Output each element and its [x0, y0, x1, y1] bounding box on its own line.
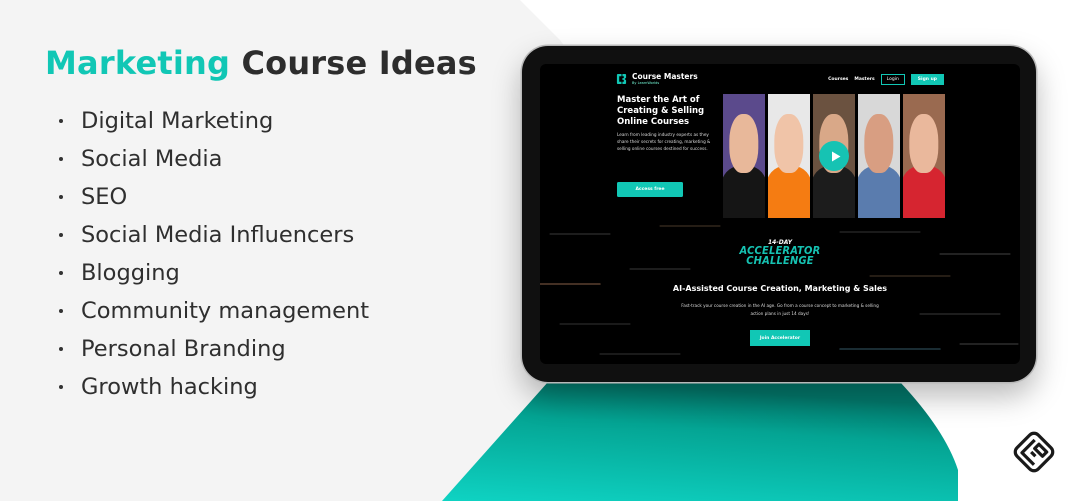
idea-label: Community management [81, 298, 370, 324]
nav-links: Courses Masters Login Sign up [828, 73, 944, 85]
play-video-button[interactable] [819, 141, 849, 171]
learnworlds-logo-icon [1013, 431, 1055, 473]
challenge-line-2: CHALLENGE [746, 254, 814, 267]
idea-label: SEO [81, 184, 128, 210]
accelerator-description: Fast-track your course creation in the A… [681, 303, 879, 316]
tablet-screen: Course Masters By LearnWorlds Courses Ma… [540, 64, 1020, 364]
play-icon [831, 151, 840, 161]
master-photo[interactable] [813, 94, 855, 218]
login-button[interactable]: Login [880, 73, 905, 85]
bullet-icon [59, 195, 63, 199]
idea-item: Growth hacking [57, 368, 477, 406]
idea-item: Community management [57, 292, 477, 330]
master-photo[interactable] [903, 94, 945, 218]
brand-name: Course Masters [632, 72, 698, 81]
idea-label: Personal Branding [81, 336, 286, 362]
teal-shape [442, 382, 958, 501]
master-clothing [723, 165, 765, 218]
master-clothing [903, 165, 945, 218]
master-clothing [858, 165, 900, 218]
join-accelerator-button[interactable]: Join Accelerator [750, 330, 810, 346]
tablet-device: Course Masters By LearnWorlds Courses Ma… [522, 46, 1036, 382]
idea-item: Personal Branding [57, 330, 477, 368]
nav-masters-link[interactable]: Masters [854, 77, 874, 82]
master-face [909, 113, 939, 174]
bullet-icon [59, 385, 63, 389]
bullet-icon [59, 271, 63, 275]
idea-label: Digital Marketing [81, 108, 274, 134]
bullet-icon [59, 157, 63, 161]
bullet-icon [59, 309, 63, 313]
ideas-list: Digital Marketing Social Media SEO Socia… [57, 102, 477, 406]
master-clothing [768, 165, 810, 218]
idea-label: Blogging [81, 260, 180, 286]
idea-label: Social Media [81, 146, 223, 172]
masters-strip [723, 94, 945, 218]
master-face [729, 113, 759, 174]
idea-label: Growth hacking [81, 374, 258, 400]
access-free-button[interactable]: Access free [617, 182, 683, 197]
bullet-icon [59, 347, 63, 351]
site-navbar: Course Masters By LearnWorlds Courses Ma… [616, 68, 944, 90]
master-photo[interactable] [768, 94, 810, 218]
hero-description: Learn from leading industry experts as t… [617, 132, 711, 151]
hero-heading: Master the Art of Creating & Selling Onl… [617, 95, 705, 127]
idea-item: SEO [57, 178, 477, 216]
graphic-title: Marketing Course Ideas [45, 44, 477, 82]
brand[interactable]: Course Masters By LearnWorlds [632, 72, 698, 86]
title-accent: Marketing [45, 44, 231, 82]
idea-item: Social Media [57, 140, 477, 178]
idea-item: Digital Marketing [57, 102, 477, 140]
title-rest: Course Ideas [230, 44, 477, 82]
idea-label: Social Media Influencers [81, 222, 355, 248]
master-photo[interactable] [858, 94, 900, 218]
accelerator-heading: AI-Assisted Course Creation, Marketing &… [672, 284, 888, 293]
master-clothing [813, 165, 855, 218]
bullet-icon [59, 233, 63, 237]
master-photo[interactable] [723, 94, 765, 218]
idea-item: Blogging [57, 254, 477, 292]
brand-subtitle: By LearnWorlds [632, 81, 660, 85]
bullet-icon [59, 119, 63, 123]
master-face [774, 113, 804, 174]
signup-button[interactable]: Sign up [910, 73, 944, 85]
master-face [864, 113, 894, 174]
nav-courses-link[interactable]: Courses [828, 77, 848, 82]
course-masters-logo-icon[interactable] [616, 73, 627, 85]
accelerator-challenge-logo: 14-DAY ACCELERATOR CHALLENGE [540, 240, 1020, 267]
course-ideas-panel: Marketing Course Ideas Digital Marketing… [45, 44, 477, 406]
hero-text: Master the Art of Creating & Selling Onl… [617, 95, 717, 152]
idea-item: Social Media Influencers [57, 216, 477, 254]
